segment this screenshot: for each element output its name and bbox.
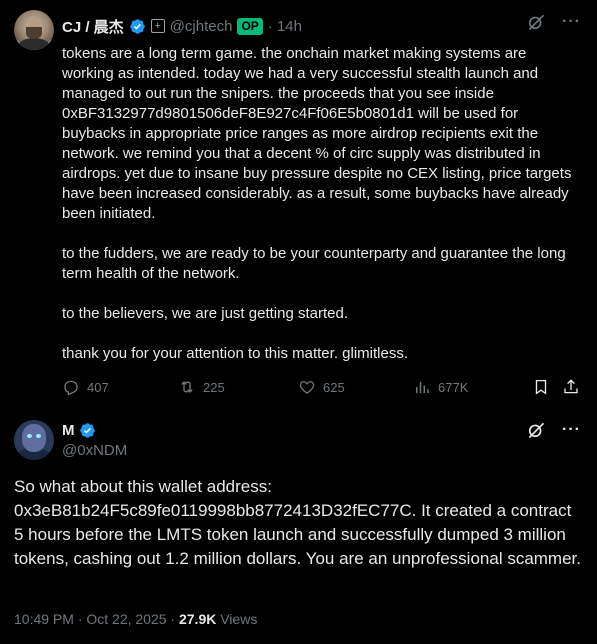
views-count: 27.9K xyxy=(178,611,217,627)
post-paragraph: tokens are a long term game. the onchain… xyxy=(62,45,572,222)
author-avatar[interactable] xyxy=(14,420,54,460)
like-count: 625 xyxy=(323,379,345,395)
share-button[interactable] xyxy=(562,378,580,396)
post-timestamp[interactable]: 10:49 PM · Oct 22, 2025 · xyxy=(14,611,179,627)
post-action-bar: 407 225 625 677K xyxy=(62,377,580,397)
post-top-actions: ··· xyxy=(526,12,581,32)
post-text: So what about this wallet address: 0x3eB… xyxy=(14,477,581,568)
avatar-face-shape xyxy=(22,424,46,452)
views-count: 677K xyxy=(438,379,469,395)
author-avatar[interactable] xyxy=(14,10,54,50)
repost-button[interactable]: 225 xyxy=(178,378,225,396)
verified-badge-icon xyxy=(79,423,95,438)
views-button[interactable]: 677K xyxy=(413,378,468,396)
views-icon xyxy=(416,381,429,393)
repost-icon xyxy=(181,381,193,393)
post-meta: 10:49 PM · Oct 22, 2025 · 27.9K Views xyxy=(14,611,257,627)
more-icon[interactable]: ··· xyxy=(562,12,581,32)
verified-badge-icon xyxy=(129,18,145,34)
affiliate-badge-icon: + xyxy=(150,19,165,33)
reply-icon xyxy=(64,380,78,396)
avatar-eye-shape xyxy=(36,434,41,438)
bookmark-button[interactable] xyxy=(532,378,550,396)
author-name[interactable]: CJ / 晨杰 xyxy=(62,16,124,37)
grok-icon[interactable] xyxy=(526,12,546,32)
reply-post: M @0xNDM ··· So what about this wallet a… xyxy=(0,406,597,644)
like-button[interactable]: 625 xyxy=(298,378,345,396)
more-icon[interactable]: ··· xyxy=(562,420,581,440)
grok-icon[interactable] xyxy=(526,420,546,440)
post-time[interactable]: · 14h xyxy=(268,18,302,35)
bookmark-icon xyxy=(535,379,547,395)
post-header: M xyxy=(62,422,96,439)
reply-button[interactable]: 407 xyxy=(62,378,109,396)
author-handle[interactable]: @0xNDM xyxy=(62,442,127,459)
post-paragraph: to the believers, we are just getting st… xyxy=(62,305,348,322)
author-handle[interactable]: @cjhtech xyxy=(170,18,233,35)
avatar-beard-shape xyxy=(26,27,42,39)
post-paragraph: thank you for your attention to this mat… xyxy=(62,345,408,362)
post-paragraph: to the fudders, we are ready to be your … xyxy=(62,245,566,282)
avatar-body-shape xyxy=(17,38,51,50)
share-icon xyxy=(564,379,578,394)
post-text: tokens are a long term game. the onchain… xyxy=(62,44,582,364)
post-header: CJ / 晨杰 + @cjhtech OP · 14h xyxy=(62,15,302,37)
avatar-eye-shape xyxy=(27,434,32,438)
original-post: CJ / 晨杰 + @cjhtech OP · 14h ··· tokens a… xyxy=(0,0,597,406)
heart-icon xyxy=(299,381,315,394)
repost-count: 225 xyxy=(203,379,225,395)
op-badge: OP xyxy=(237,17,263,35)
author-name[interactable]: M xyxy=(62,422,75,439)
views-label: Views xyxy=(216,611,258,627)
reply-count: 407 xyxy=(87,379,109,395)
post-top-actions: ··· xyxy=(526,420,581,440)
